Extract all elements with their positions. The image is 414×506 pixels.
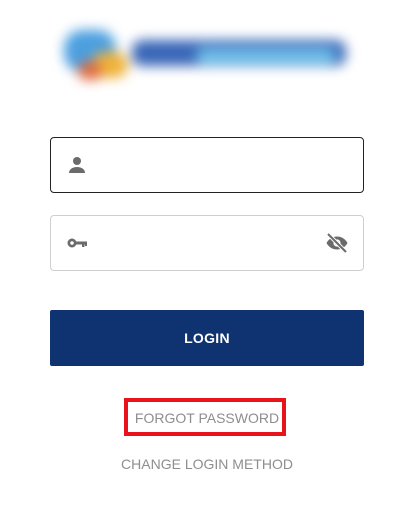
username-field[interactable] (50, 137, 364, 193)
password-input[interactable] (101, 216, 313, 270)
key-icon (65, 231, 89, 255)
forgot-password-label: FORGOT PASSWORD (134, 410, 280, 426)
change-login-method-link[interactable]: CHANGE LOGIN METHOD (0, 456, 414, 472)
login-button-label: LOGIN (184, 330, 230, 346)
forgot-password-link[interactable]: FORGOT PASSWORD (0, 410, 414, 426)
change-login-method-label: CHANGE LOGIN METHOD (121, 456, 293, 472)
brand-logo (50, 12, 364, 92)
password-field[interactable] (50, 215, 364, 271)
username-input[interactable] (101, 138, 313, 192)
login-button[interactable]: LOGIN (50, 310, 364, 366)
eye-off-icon[interactable] (325, 231, 349, 255)
person-icon (65, 153, 89, 177)
